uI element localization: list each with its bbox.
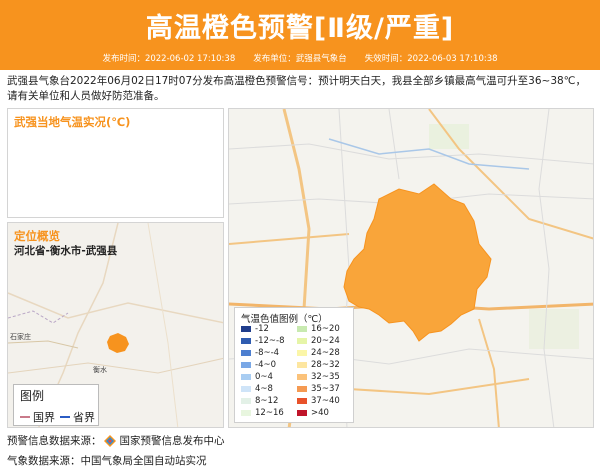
publisher: 发布单位：武强县气象台 (253, 54, 347, 64)
map-legend: 图例 国界 省界 (13, 384, 99, 426)
legend-label: 37~40 (311, 396, 340, 406)
legend-label: -8~-4 (255, 348, 280, 358)
location-region: 河北省-衡水市-武强县 (14, 245, 118, 257)
legend-label: >40 (311, 408, 329, 418)
publish-time: 发布时间：2022-06-02 17:10:38 (102, 54, 236, 64)
national-border-line (20, 416, 30, 418)
legend-label: 24~28 (311, 348, 340, 358)
legend-label: 32~35 (311, 372, 340, 382)
legend-item: -12~-8 (241, 336, 284, 346)
legend-item: 32~35 (297, 372, 340, 382)
warning-header: 高温橙色预警[Ⅱ级/严重] 发布时间：2022-06-02 17:10:38 发… (0, 0, 600, 70)
map-label-shijiazhuang: 石家庄 (10, 332, 31, 341)
legend-swatch (241, 398, 251, 404)
legend-swatch (241, 362, 251, 368)
legend-item: 8~12 (241, 396, 278, 406)
main-map[interactable]: 气温色值图例（℃） -12 -12~-8 -8~-4 -4~0 0~4 4~8 … (228, 108, 594, 428)
legend-item: -8~-4 (241, 348, 279, 358)
legend-swatch (297, 326, 307, 332)
legend-item: >40 (297, 408, 329, 418)
legend-swatch (241, 410, 251, 416)
legend-item: 16~20 (297, 324, 340, 334)
legend-label: 12~16 (255, 408, 284, 418)
warning-description: 武强县气象台2022年06月02日17时07分发布高温橙色预警信号：预计明天白天… (7, 75, 586, 102)
warning-center-logo-icon (103, 434, 116, 447)
legend-label: 0~4 (255, 372, 273, 382)
legend-swatch (297, 374, 307, 380)
legend-item: 35~37 (297, 384, 340, 394)
legend-label: 16~20 (311, 324, 340, 334)
warning-source-line: 预警信息数据来源： 国家预警信息发布中心 (7, 433, 225, 448)
temperature-panel: 武强当地气温实况(℃) (7, 108, 224, 218)
legend-label: -12~-8 (255, 336, 285, 346)
weather-source-text: 气象数据来源：中国气象局全国自动站实况 (7, 455, 207, 467)
legend-label: -4~0 (255, 360, 277, 370)
legend-item: -12 (241, 324, 269, 334)
legend-item: -4~0 (241, 360, 276, 370)
warning-source-label: 预警信息数据来源： (7, 435, 102, 447)
expire-time: 失效时间：2022-06-03 17:10:38 (364, 54, 498, 64)
province-border-line (60, 416, 70, 418)
legend-item: 37~40 (297, 396, 340, 406)
legend-swatch (241, 386, 251, 392)
location-panel-title: 定位概览 (14, 229, 60, 243)
legend-label: 35~37 (311, 384, 340, 394)
legend-swatch (241, 338, 251, 344)
weather-source-line: 气象数据来源：中国气象局全国自动站实况 (7, 453, 207, 468)
legend-swatch (241, 350, 251, 356)
legend-swatch (241, 326, 251, 332)
legend-label: 8~12 (255, 396, 279, 406)
national-border-label: 国界 (33, 411, 55, 424)
legend-item: 0~4 (241, 372, 273, 382)
legend-item: 4~8 (241, 384, 273, 394)
legend-province-border: 省界 (60, 409, 95, 425)
warning-meta: 发布时间：2022-06-02 17:10:38 发布单位：武强县气象台 失效时… (0, 52, 600, 68)
warning-title: 高温橙色预警[Ⅱ级/严重] (145, 13, 455, 44)
legend-swatch (297, 410, 307, 416)
temperature-color-legend-title: 气温色值图例（℃） (241, 314, 328, 325)
legend-swatch (297, 386, 307, 392)
legend-item: 20~24 (297, 336, 340, 346)
map-legend-title: 图例 (20, 389, 45, 403)
legend-swatch (297, 350, 307, 356)
temperature-color-legend: 气温色值图例（℃） -12 -12~-8 -8~-4 -4~0 0~4 4~8 … (234, 307, 354, 423)
location-panel: 石家庄 衡水 定位概览 河北省-衡水市-武强县 图例 国界 省界 (7, 222, 224, 428)
warning-source-name[interactable]: 国家预警信息发布中心 (120, 433, 225, 448)
temperature-panel-title: 武强当地气温实况(℃) (14, 115, 131, 129)
legend-swatch (297, 338, 307, 344)
legend-label: 4~8 (255, 384, 273, 394)
legend-label: 28~32 (311, 360, 340, 370)
legend-item: 12~16 (241, 408, 284, 418)
map-label-hengshui: 衡水 (93, 365, 107, 374)
legend-swatch (241, 374, 251, 380)
legend-swatch (297, 398, 307, 404)
legend-item: 28~32 (297, 360, 340, 370)
legend-swatch (297, 362, 307, 368)
legend-label: -12 (255, 324, 269, 334)
legend-national-border: 国界 (20, 409, 55, 425)
province-border-label: 省界 (73, 411, 95, 424)
legend-label: 20~24 (311, 336, 340, 346)
legend-item: 24~28 (297, 348, 340, 358)
